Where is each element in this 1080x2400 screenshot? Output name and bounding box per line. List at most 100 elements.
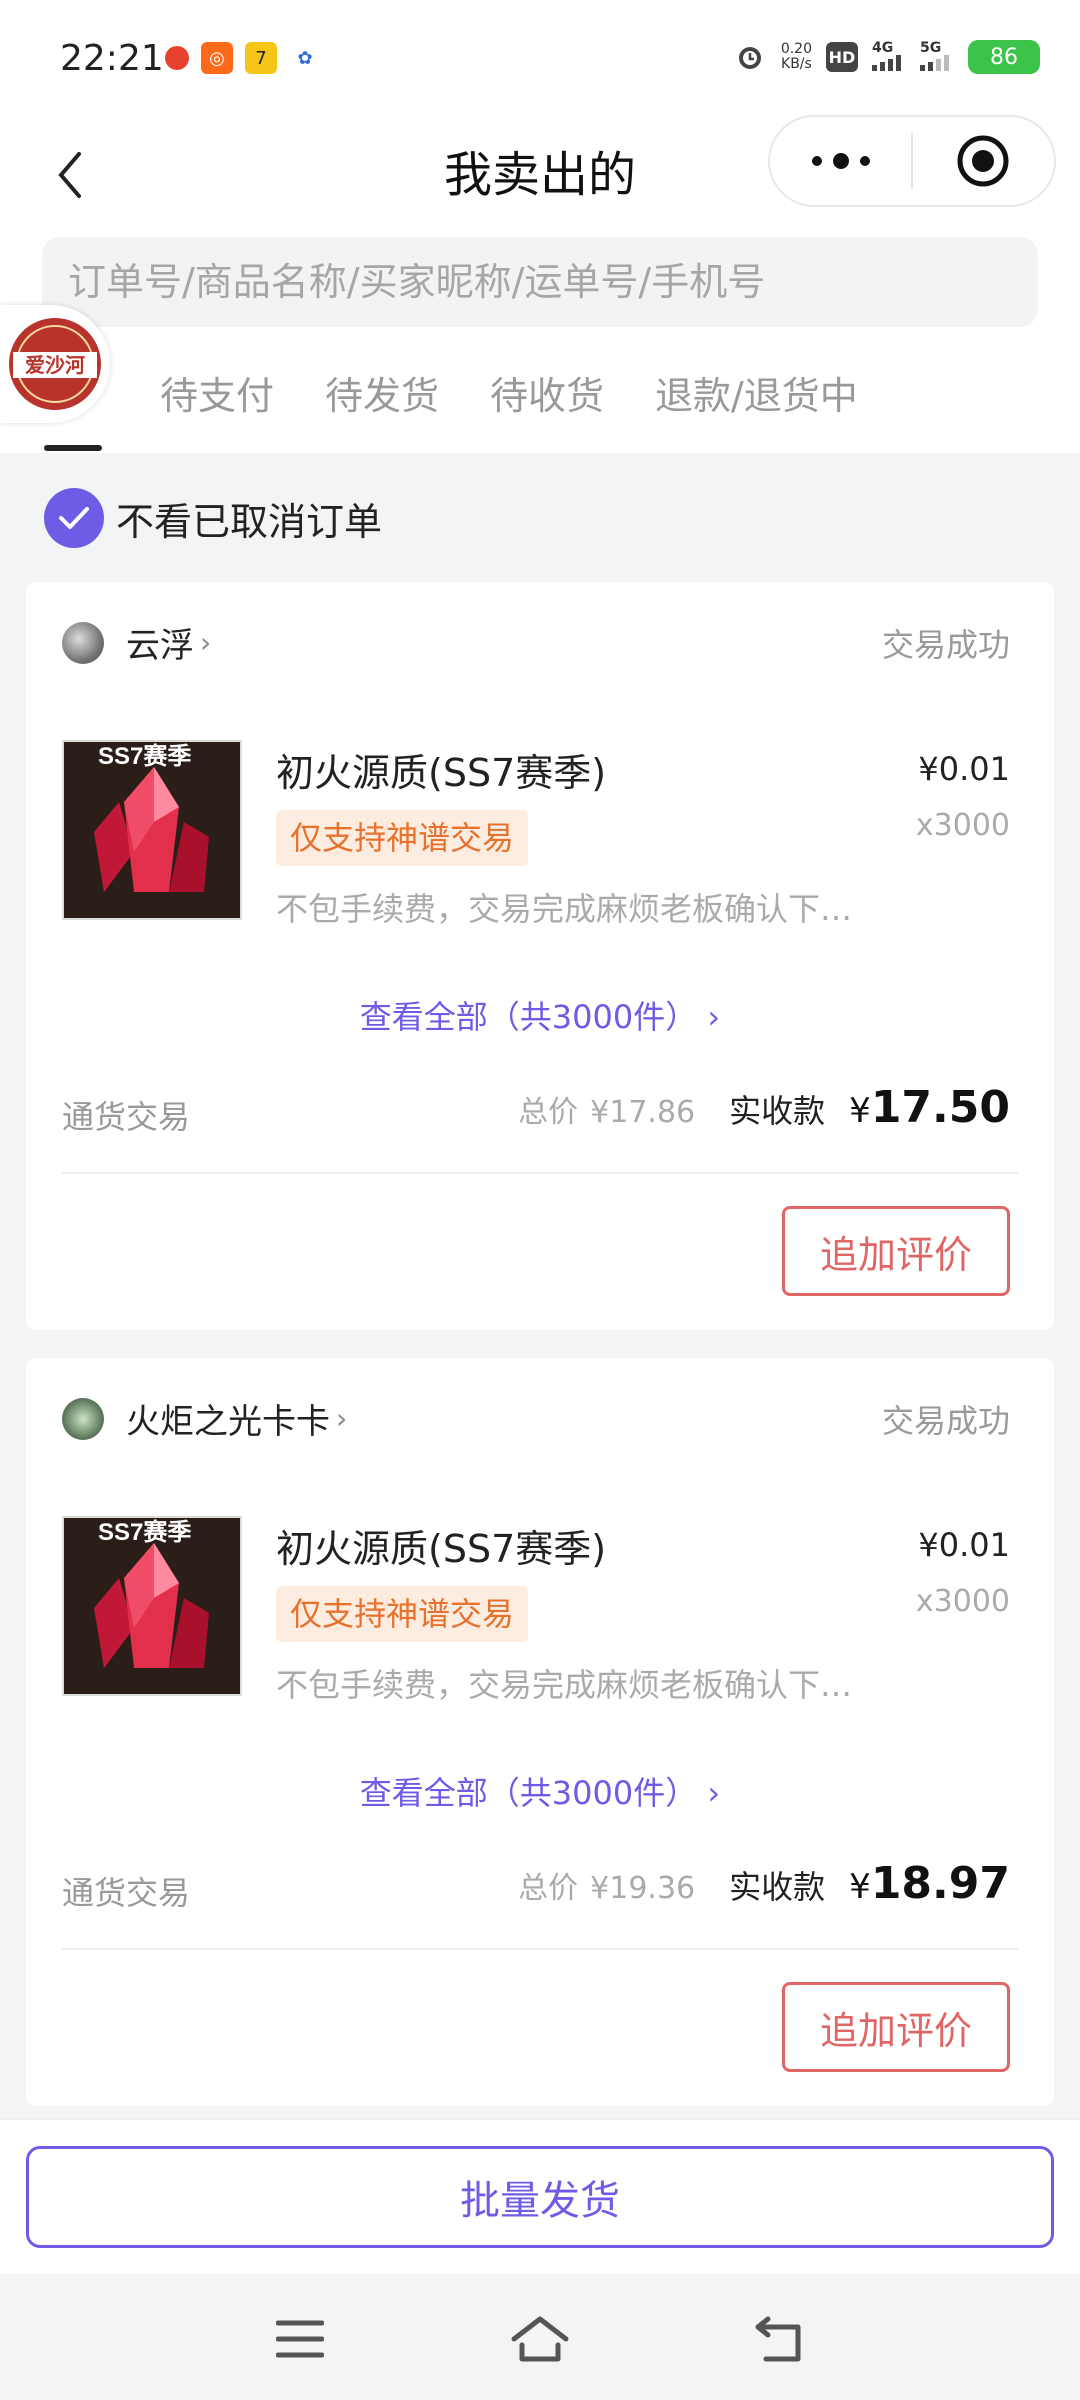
home-button[interactable] xyxy=(500,2304,580,2374)
close-miniprogram-button[interactable] xyxy=(913,117,1054,205)
tab-pending-payment[interactable]: 待支付 xyxy=(160,365,274,420)
total-price: ¥17.86 xyxy=(590,1095,696,1130)
batch-ship-button[interactable]: 批量发货 xyxy=(26,2146,1054,2248)
home-icon xyxy=(511,2316,569,2362)
hide-cancelled-filter[interactable]: 不看已取消订单 xyxy=(44,488,382,548)
aishahe-logo-icon: 爱沙河 xyxy=(9,318,101,410)
avatar xyxy=(62,1397,104,1440)
view-all-items-link[interactable]: 查看全部（共3000件） › xyxy=(26,1768,1054,1814)
back-system-button[interactable] xyxy=(740,2304,820,2374)
total-label: 总价 xyxy=(518,1871,579,1906)
signal-5g-icon: 5G xyxy=(920,41,954,74)
currency-symbol: ¥ xyxy=(849,1867,871,1907)
tab-refund[interactable]: 退款/退货中 xyxy=(655,365,858,420)
weibo-notification-icon xyxy=(165,46,189,70)
nav-bar: 我卖出的 xyxy=(0,115,1080,235)
return-icon xyxy=(755,2316,801,2362)
add-review-button[interactable]: 追加评价 xyxy=(782,1982,1010,2072)
chevron-right-icon: › xyxy=(336,1402,348,1435)
checkbox[interactable] xyxy=(44,488,104,548)
divider xyxy=(62,1948,1018,1950)
status-bar: 22:21 ◎ 7 ✿ 0.20 KB/s HD 4G 5G 86 xyxy=(0,0,1080,115)
unit-price: ¥0.01 xyxy=(918,1526,1010,1564)
menu-icon xyxy=(276,2320,324,2358)
system-nav-bar xyxy=(0,2274,1080,2400)
total-label: 总价 xyxy=(518,1095,579,1130)
trade-type: 通货交易 xyxy=(62,1874,191,1912)
product-thumbnail[interactable]: SS7赛季 xyxy=(62,1516,242,1696)
more-dots-icon xyxy=(811,153,870,169)
order-tabs: 待支付 待发货 待收货 退款/退货中 xyxy=(0,335,1080,453)
trade-restriction-tag: 仅支持神谱交易 xyxy=(276,1586,529,1642)
kuaishou-notification-icon: ◎ xyxy=(201,42,233,74)
trade-restriction-tag: 仅支持神谱交易 xyxy=(276,810,529,866)
target-close-icon xyxy=(957,135,1009,187)
order-status: 交易成功 xyxy=(881,626,1010,664)
order-totals: 总价 ¥19.36 实收款 ¥ 18.97 xyxy=(518,1858,1010,1909)
product-name: 初火源质(SS7赛季) xyxy=(276,1527,607,1571)
hd-label: HD xyxy=(828,47,856,67)
signal-4g-label: 4G xyxy=(872,39,894,56)
battery-level: 86 xyxy=(990,44,1018,70)
total-price: ¥19.36 xyxy=(590,1871,696,1906)
status-time: 22:21 xyxy=(60,38,164,79)
search-input[interactable] xyxy=(42,237,1038,327)
tab-pending-receipt[interactable]: 待收货 xyxy=(490,365,604,420)
tab-active-indicator xyxy=(44,445,102,451)
order-card: 火炬之光卡卡 › 交易成功 SS7赛季 初火源质(SS7赛季) 仅支持神谱交易 … xyxy=(26,1358,1054,2106)
received-amount: 18.97 xyxy=(870,1858,1010,1909)
net-speed: 0.20 KB/s xyxy=(781,42,812,72)
chevron-right-icon: › xyxy=(200,626,212,659)
logo-text: 爱沙河 xyxy=(25,353,85,377)
product-name: 初火源质(SS7赛季) xyxy=(276,751,607,795)
buyer-link[interactable]: 火炬之光卡卡 › xyxy=(62,1394,347,1443)
received-label: 实收款 xyxy=(729,1868,826,1906)
search-area xyxy=(0,235,1080,335)
quantity: x3000 xyxy=(915,1584,1010,1619)
view-all-label: 查看全部（共3000件） xyxy=(359,1774,698,1812)
order-status: 交易成功 xyxy=(881,1402,1010,1440)
signal-5g-label: 5G xyxy=(920,39,942,56)
hd-icon: HD xyxy=(826,42,858,72)
notification-icons: ◎ 7 ✿ xyxy=(165,42,321,74)
buyer-name: 火炬之光卡卡 xyxy=(126,1402,330,1442)
chevron-right-icon: › xyxy=(707,998,721,1036)
recent-apps-button[interactable] xyxy=(260,2304,340,2374)
net-speed-value: 0.20 xyxy=(780,41,812,57)
battery-icon: 86 xyxy=(968,40,1040,74)
floating-logo[interactable]: 爱沙河 xyxy=(0,305,110,423)
thumbnail-caption: SS7赛季 xyxy=(98,743,192,770)
bottom-action-bar: 批量发货 xyxy=(0,2118,1080,2274)
status-indicators: 0.20 KB/s HD 4G 5G 86 xyxy=(733,40,1040,74)
tab-pending-shipment[interactable]: 待发货 xyxy=(325,365,439,420)
avatar xyxy=(62,621,104,664)
add-review-button[interactable]: 追加评价 xyxy=(782,1206,1010,1296)
baidu-notification-icon: ✿ xyxy=(297,47,313,69)
buyer-name: 云浮 xyxy=(126,626,194,666)
chevron-right-icon: › xyxy=(707,1774,721,1812)
product-thumbnail[interactable]: SS7赛季 xyxy=(62,740,242,920)
divider xyxy=(62,1172,1018,1174)
currency-symbol: ¥ xyxy=(849,1091,871,1131)
signal-4g-icon: 4G xyxy=(872,41,906,74)
net-speed-unit: KB/s xyxy=(781,56,812,72)
buyer-link[interactable]: 云浮 › xyxy=(62,618,211,667)
alarm-icon xyxy=(733,40,767,74)
view-all-label: 查看全部（共3000件） xyxy=(359,998,698,1036)
order-totals: 总价 ¥17.86 实收款 ¥ 17.50 xyxy=(518,1082,1010,1133)
thumbnail-caption: SS7赛季 xyxy=(98,1519,192,1546)
filter-label: 不看已取消订单 xyxy=(116,499,383,544)
unit-price: ¥0.01 xyxy=(918,750,1010,788)
seven-cat-notification-icon: 7 xyxy=(245,42,277,74)
product-description: 不包手续费，交易完成麻烦老板确认下… xyxy=(276,890,853,928)
checkmark-icon xyxy=(59,507,89,529)
more-button[interactable] xyxy=(770,117,911,205)
product-description: 不包手续费，交易完成麻烦老板确认下… xyxy=(276,1666,853,1704)
miniprogram-capsule xyxy=(768,115,1056,207)
view-all-items-link[interactable]: 查看全部（共3000件） › xyxy=(26,992,1054,1038)
trade-type: 通货交易 xyxy=(62,1098,191,1136)
order-card: 云浮 › 交易成功 SS7赛季 初火源质(SS7赛季) 仅支持神谱交易 不包手续… xyxy=(26,582,1054,1330)
quantity: x3000 xyxy=(915,808,1010,843)
received-label: 实收款 xyxy=(729,1092,826,1130)
received-amount: 17.50 xyxy=(870,1082,1010,1133)
